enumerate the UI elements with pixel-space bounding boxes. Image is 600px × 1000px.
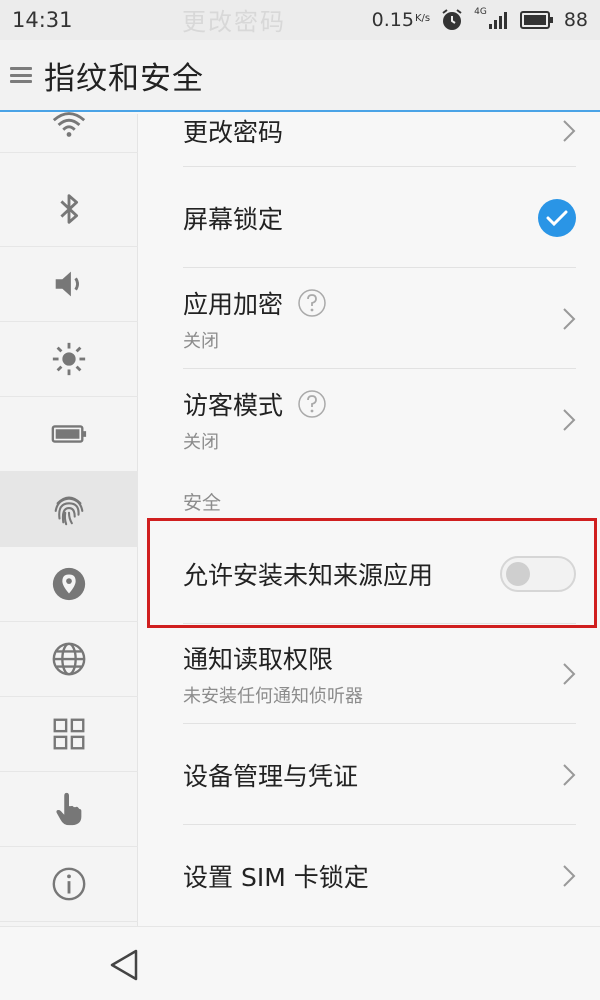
list-item-notification-access[interactable]: 通知读取权限 未安装任何通知侦听器 [139, 624, 600, 724]
location-icon [52, 567, 86, 601]
list-item-unknown-sources[interactable]: 允许安装未知来源应用 [139, 524, 600, 624]
fingerprint-icon [54, 496, 84, 526]
change-password-label: 更改密码 [183, 117, 284, 147]
section-header-security: 安全 [183, 492, 222, 514]
signal-icon: 4G [474, 7, 510, 30]
chevron-right-icon [563, 763, 576, 786]
network-speed-unit: K/s [414, 13, 431, 24]
rail-item-location[interactable] [0, 547, 138, 622]
brightness-icon [52, 342, 86, 376]
rail-item-brightness[interactable] [0, 322, 138, 397]
list-item-sim-lock[interactable]: 设置 SIM 卡锁定 [139, 825, 600, 926]
guest-mode-label: 访客模式 [183, 390, 284, 420]
chevron-right-icon [563, 864, 576, 887]
checkmark-icon[interactable] [538, 198, 576, 237]
list-item-guest-mode[interactable]: 访客模式 关闭 [139, 369, 600, 470]
settings-category-rail [0, 112, 138, 926]
guest-mode-status: 关闭 [183, 431, 219, 453]
unknown-sources-label: 允许安装未知来源应用 [183, 561, 434, 590]
device-admin-label: 设备管理与凭证 [183, 761, 359, 791]
sim-lock-label: 设置 SIM 卡锁定 [183, 862, 369, 892]
notification-access-label: 通知读取权限 [183, 645, 334, 674]
chevron-right-icon [563, 663, 576, 685]
list-item-change-password[interactable]: 更改密码 [139, 114, 600, 167]
bluetooth-icon [60, 194, 79, 224]
security-settings-list: 更改密码 屏幕锁定 应用加密 关闭 访客模式 关闭 安全 允许安装未知来源应用 … [139, 114, 600, 926]
info-icon [52, 867, 86, 901]
toggle-knob [506, 562, 530, 586]
rail-item-globe[interactable] [0, 622, 138, 697]
chevron-right-icon [563, 408, 576, 431]
navigation-bar [0, 926, 600, 1000]
battery-icon [51, 425, 87, 443]
help-icon[interactable] [297, 389, 327, 419]
rail-item-wifi[interactable] [0, 96, 138, 153]
status-right-group: 0.15K/s 4G 88 [371, 7, 588, 32]
alarm-icon [440, 8, 464, 32]
rail-item-bluetooth[interactable] [0, 172, 138, 247]
app-encryption-status: 关闭 [183, 330, 219, 352]
status-ghost-text: 更改密码 [182, 8, 286, 36]
list-item-app-encryption[interactable]: 应用加密 关闭 [139, 268, 600, 369]
unknown-sources-toggle[interactable] [500, 556, 576, 592]
battery-status-icon [519, 10, 554, 30]
volume-icon [55, 271, 79, 297]
rail-item-battery[interactable] [0, 397, 138, 472]
rail-item-about[interactable] [0, 847, 138, 922]
globe-icon [52, 642, 86, 676]
gesture-hand-icon [56, 792, 82, 826]
list-item-screen-lock[interactable]: 屏幕锁定 [139, 167, 600, 268]
battery-level: 88 [563, 9, 588, 31]
apps-grid-icon [53, 718, 85, 750]
notification-access-status: 未安装任何通知侦听器 [183, 686, 363, 707]
status-time: 14:31 [12, 8, 73, 32]
rail-item-gestures[interactable] [0, 772, 138, 847]
wifi-icon [52, 112, 86, 137]
status-bar: 14:31 更改密码 0.15K/s 4G 88 [0, 0, 600, 40]
list-item-device-admin[interactable]: 设备管理与凭证 [139, 724, 600, 825]
page-title: 指纹和安全 [44, 60, 204, 97]
rail-item-fingerprint[interactable] [0, 472, 138, 547]
menu-icon[interactable] [10, 64, 32, 86]
rail-item-apps[interactable] [0, 697, 138, 772]
network-type: 4G [474, 7, 487, 17]
help-icon[interactable] [297, 288, 327, 318]
network-speed: 0.15K/s [371, 9, 431, 31]
back-triangle-icon[interactable] [106, 947, 142, 983]
chevron-right-icon [563, 119, 576, 142]
rail-item-volume[interactable] [0, 247, 138, 322]
app-encryption-label: 应用加密 [183, 289, 284, 319]
chevron-right-icon [563, 307, 576, 330]
screen-lock-label: 屏幕锁定 [183, 204, 284, 234]
